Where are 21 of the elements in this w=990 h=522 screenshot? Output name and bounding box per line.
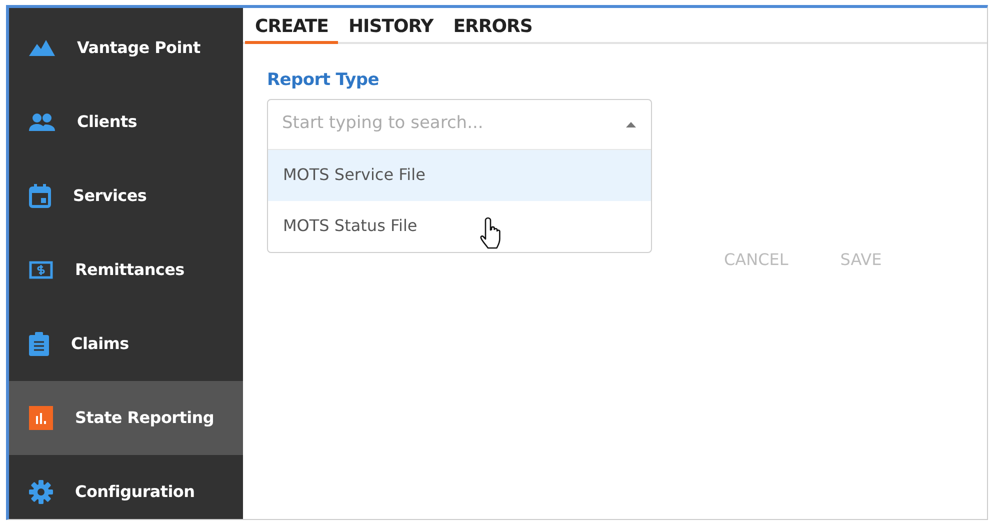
sidebar-item[interactable]: Claims xyxy=(9,307,243,381)
clipboard-icon xyxy=(29,332,49,356)
settings-icon xyxy=(29,480,53,504)
dropdown-option[interactable]: MOTS Status File xyxy=(268,200,651,252)
tab[interactable]: ERRORS xyxy=(443,8,542,44)
tab[interactable]: HISTORY xyxy=(338,8,444,44)
dropdown-option[interactable]: MOTS Service File xyxy=(268,150,651,200)
bar-chart-icon xyxy=(29,406,53,430)
sidebar-item[interactable]: Services xyxy=(9,159,243,233)
tab[interactable]: CREATE xyxy=(245,8,338,44)
caret-icon[interactable] xyxy=(625,120,637,128)
sidebar-item[interactable]: Remittances xyxy=(9,233,243,307)
field-label: Report Type xyxy=(267,69,380,92)
sidebar-item[interactable]: Vantage Point xyxy=(9,11,243,85)
calendar-icon xyxy=(29,184,51,208)
money-icon xyxy=(29,261,53,279)
sidebar-item[interactable]: Clients xyxy=(9,85,243,159)
sidebar-item[interactable]: State Reporting xyxy=(9,381,243,455)
mountain-icon xyxy=(29,40,55,56)
sidebar-item[interactable]: Configuration xyxy=(9,455,243,522)
people-icon xyxy=(29,113,55,131)
